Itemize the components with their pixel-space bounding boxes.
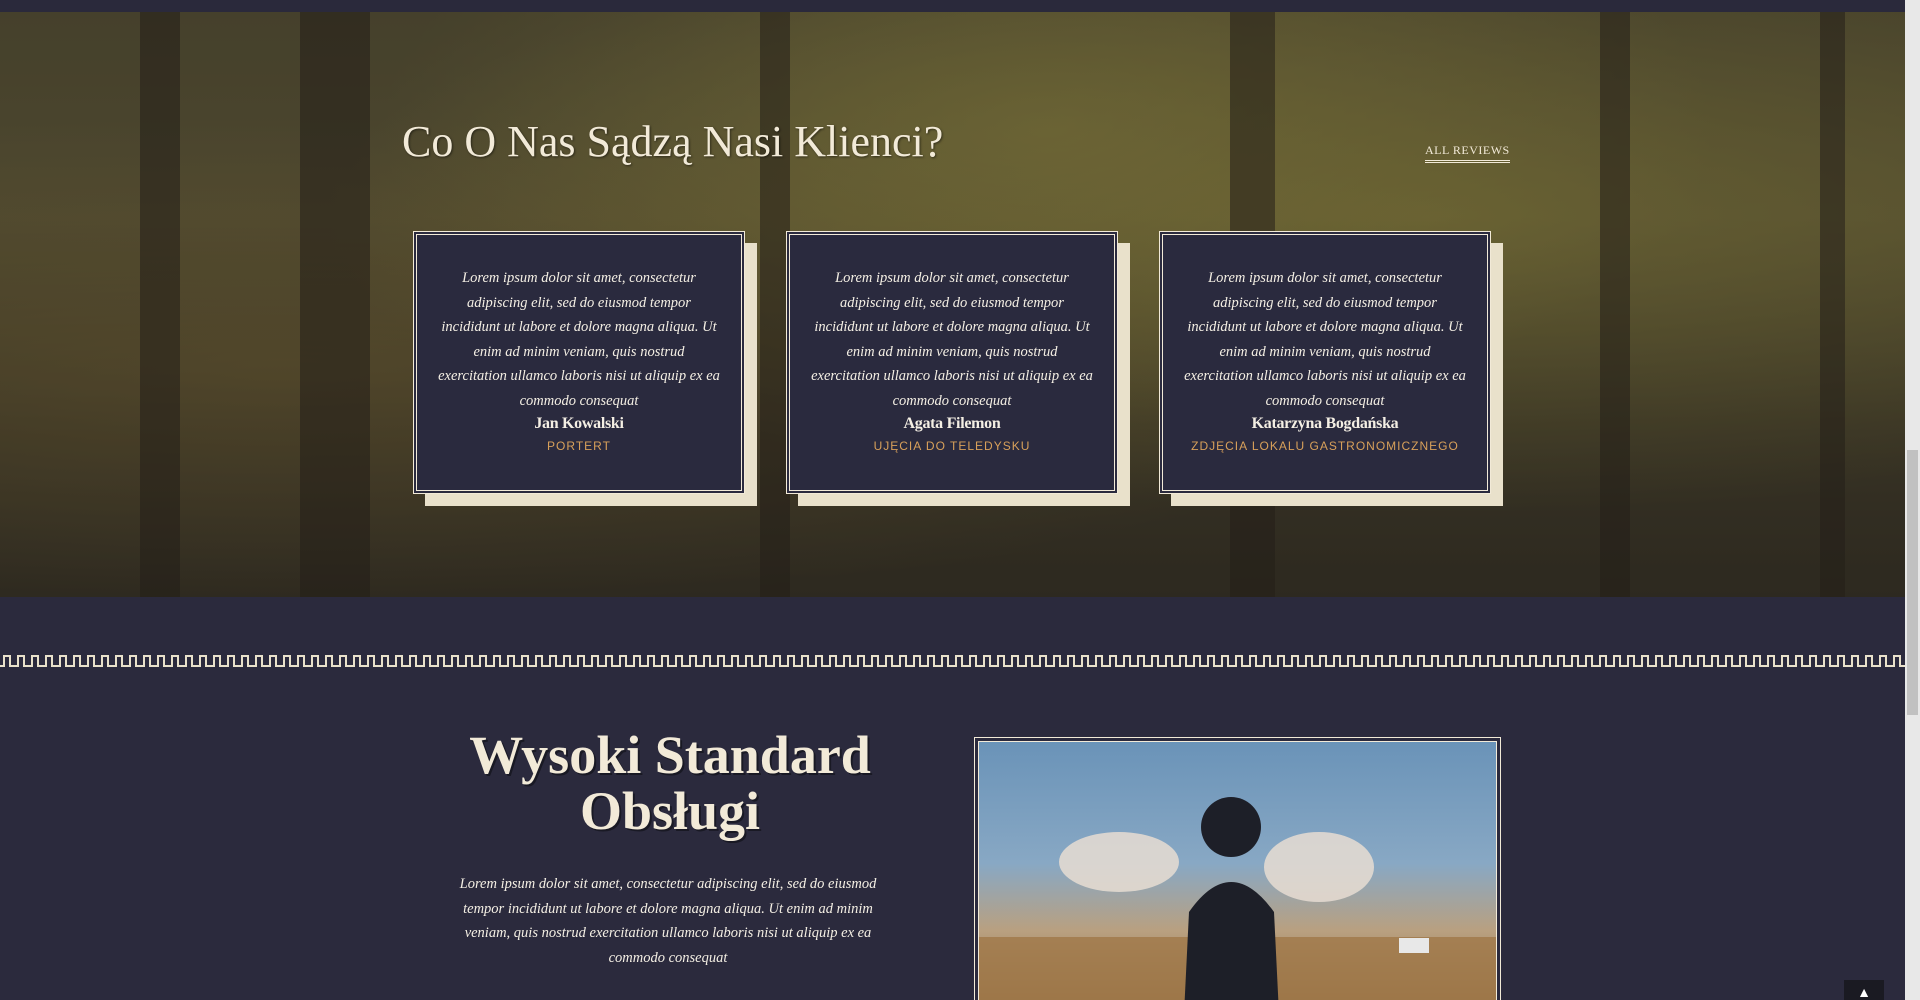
- testimonial-text: Lorem ipsum dolor sit amet, consectetur …: [811, 270, 1093, 409]
- testimonial-role: PORTERT: [547, 439, 611, 453]
- testimonial-card-body: Lorem ipsum dolor sit amet, consectetur …: [786, 231, 1118, 494]
- testimonial-card: Lorem ipsum dolor sit amet, consectetur …: [786, 231, 1130, 506]
- dancer-with-powder-illustration: [979, 797, 1496, 1000]
- testimonial-author: Katarzyna Bogdańska: [1251, 415, 1399, 432]
- section-title: Co O Nas Sądzą Nasi Klienci?: [402, 117, 944, 166]
- testimonial-author: Jan Kowalski: [534, 415, 624, 432]
- testimonial-text: Lorem ipsum dolor sit amet, consectetur …: [438, 270, 720, 409]
- section-description: Lorem ipsum dolor sit amet, consectetur …: [459, 876, 877, 966]
- featured-photo-frame: [974, 737, 1501, 1000]
- testimonial-card-body: Lorem ipsum dolor sit amet, consectetur …: [413, 231, 745, 494]
- back-to-top-button[interactable]: ▲: [1844, 980, 1884, 1000]
- testimonial-card: Lorem ipsum dolor sit amet, consectetur …: [413, 231, 757, 506]
- testimonial-card-body: Lorem ipsum dolor sit amet, consectetur …: [1159, 231, 1491, 494]
- testimonial-text: Lorem ipsum dolor sit amet, consectetur …: [1184, 270, 1466, 409]
- testimonials-section: Co O Nas Sądzą Nasi Klienci? ALL REVIEWS…: [0, 12, 1905, 597]
- chevron-up-icon: ▲: [1857, 986, 1871, 1000]
- testimonial-role: UJĘCIA DO TELEDYSKU: [873, 439, 1031, 453]
- featured-photo: [978, 741, 1497, 1000]
- all-reviews-link[interactable]: ALL REVIEWS: [1425, 143, 1510, 163]
- testimonial-card: Lorem ipsum dolor sit amet, consectetur …: [1159, 231, 1503, 506]
- testimonial-role: ZDJĘCIA LOKALU GASTRONOMICZNEGO: [1191, 439, 1459, 453]
- section-heading: Wysoki Standard Obsługi: [469, 725, 871, 841]
- standard-section: Wysoki Standard Obsługi Lorem ipsum dolo…: [0, 597, 1905, 1000]
- scrollbar-thumb[interactable]: [1907, 450, 1918, 715]
- testimonial-author: Agata Filemon: [903, 415, 1001, 432]
- decorative-meander-border: [0, 653, 1905, 669]
- top-bar: [0, 0, 1905, 12]
- page-scrollbar[interactable]: [1905, 0, 1920, 1000]
